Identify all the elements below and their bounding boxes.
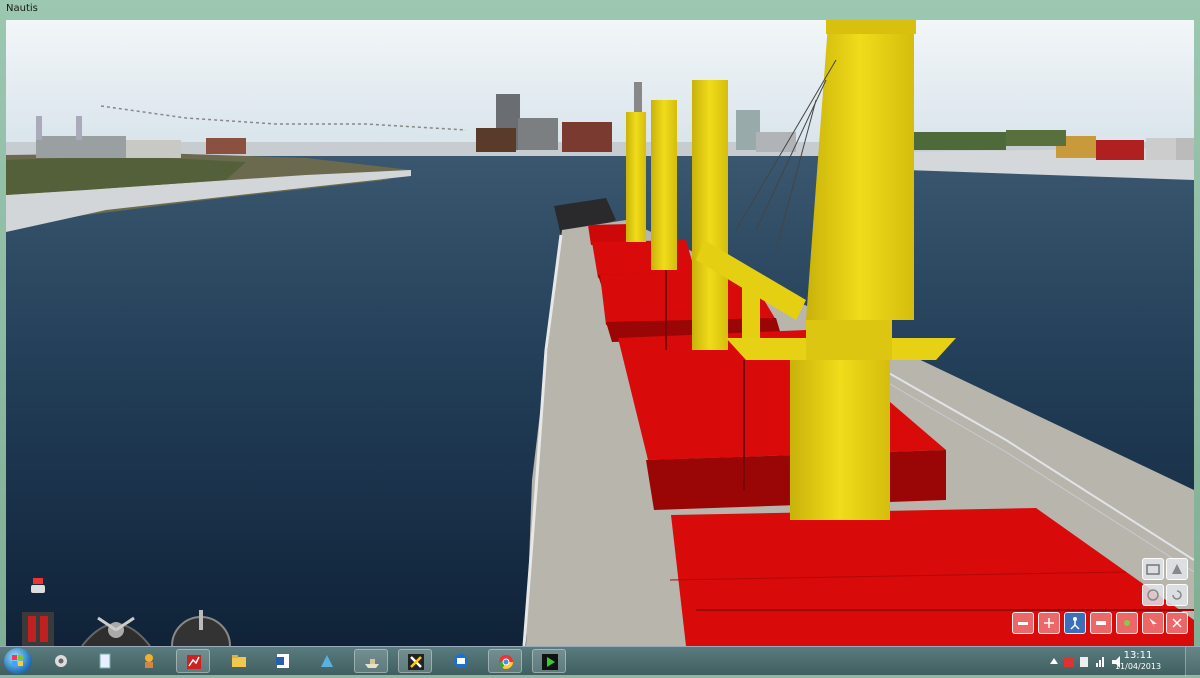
mail-icon (454, 654, 468, 668)
word-icon (276, 654, 289, 668)
camera-orbit-button[interactable] (1142, 584, 1164, 606)
ship-view-icon (1096, 621, 1106, 625)
taskbar-item-mail[interactable] (444, 649, 478, 673)
taskbar-item-nautis[interactable] (354, 649, 388, 673)
show-desktop-button[interactable] (1185, 647, 1200, 676)
system-tray: 13:11 11/04/2013 (1040, 647, 1200, 676)
taskbar-item-settings[interactable] (44, 649, 78, 673)
play-icon (542, 654, 558, 670)
taskbar-item-chart-app[interactable] (176, 649, 210, 673)
windows-logo-icon (12, 655, 23, 666)
taskbar-item-notepad[interactable] (88, 649, 122, 673)
alarm-light-icon[interactable] (30, 578, 46, 598)
taskbar-item-media[interactable] (532, 649, 566, 673)
marker-button[interactable] (1116, 612, 1138, 634)
start-button[interactable] (4, 648, 32, 674)
person-view-icon (1070, 617, 1080, 630)
tray-expand-icon[interactable] (1050, 658, 1058, 664)
app-window: Nautis (0, 0, 1200, 646)
character-icon (145, 654, 153, 668)
close-tool-button[interactable] (1166, 612, 1188, 634)
network-icon[interactable] (1096, 663, 1098, 667)
rotate-button[interactable] (1166, 584, 1188, 606)
taskbar-item-word[interactable] (266, 649, 300, 673)
tray-flag-icon[interactable] (1064, 657, 1074, 667)
steering-wheel-icon[interactable] (78, 610, 154, 646)
pointer-button[interactable] (1142, 612, 1164, 634)
clock-time[interactable]: 13:11 (1108, 650, 1168, 661)
tug-icon (1018, 622, 1028, 625)
ship-view-button[interactable] (1090, 612, 1112, 634)
camera-fixed-button[interactable] (1142, 558, 1164, 580)
engine-telegraph-icon[interactable] (16, 612, 60, 646)
thruster-dial-icon[interactable] (170, 610, 232, 646)
window-title: Nautis (6, 3, 38, 14)
notepad-icon (99, 653, 111, 669)
chart-app-icon (187, 655, 201, 669)
anchor-icon (1044, 618, 1054, 628)
battery-icon[interactable] (1080, 657, 1088, 667)
ship-icon (365, 659, 379, 668)
window-titlebar[interactable]: Nautis (0, 0, 1200, 20)
taskbar-item-character[interactable] (132, 649, 166, 673)
camera-fixed-icon (1146, 564, 1160, 575)
paint-icon (321, 655, 333, 667)
taskbar-item-explorer[interactable] (222, 649, 256, 673)
close-icon (1172, 618, 1182, 628)
xsplit-icon (408, 654, 424, 670)
clock-date[interactable]: 11/04/2013 (1108, 662, 1168, 671)
camera-orbit-icon (1147, 589, 1159, 601)
camera-free-button[interactable] (1166, 558, 1188, 580)
taskbar-item-chrome[interactable] (488, 649, 522, 673)
pointer-icon (1149, 618, 1157, 628)
camera-free-icon (1172, 564, 1182, 574)
chrome-icon (499, 655, 513, 669)
person-view-button[interactable] (1064, 612, 1086, 634)
folder-icon (232, 655, 246, 667)
taskbar-item-paint[interactable] (310, 649, 344, 673)
taskbar-item-xsplit[interactable] (398, 649, 432, 673)
marker-icon (1124, 620, 1130, 626)
taskbar: 13:11 11/04/2013 (0, 646, 1200, 676)
gear-icon (55, 655, 67, 667)
simulation-viewport[interactable] (6, 20, 1194, 646)
rotate-icon (1172, 590, 1182, 600)
anchor-button[interactable] (1038, 612, 1060, 634)
tug-button[interactable] (1012, 612, 1034, 634)
scene-render (6, 20, 1194, 646)
